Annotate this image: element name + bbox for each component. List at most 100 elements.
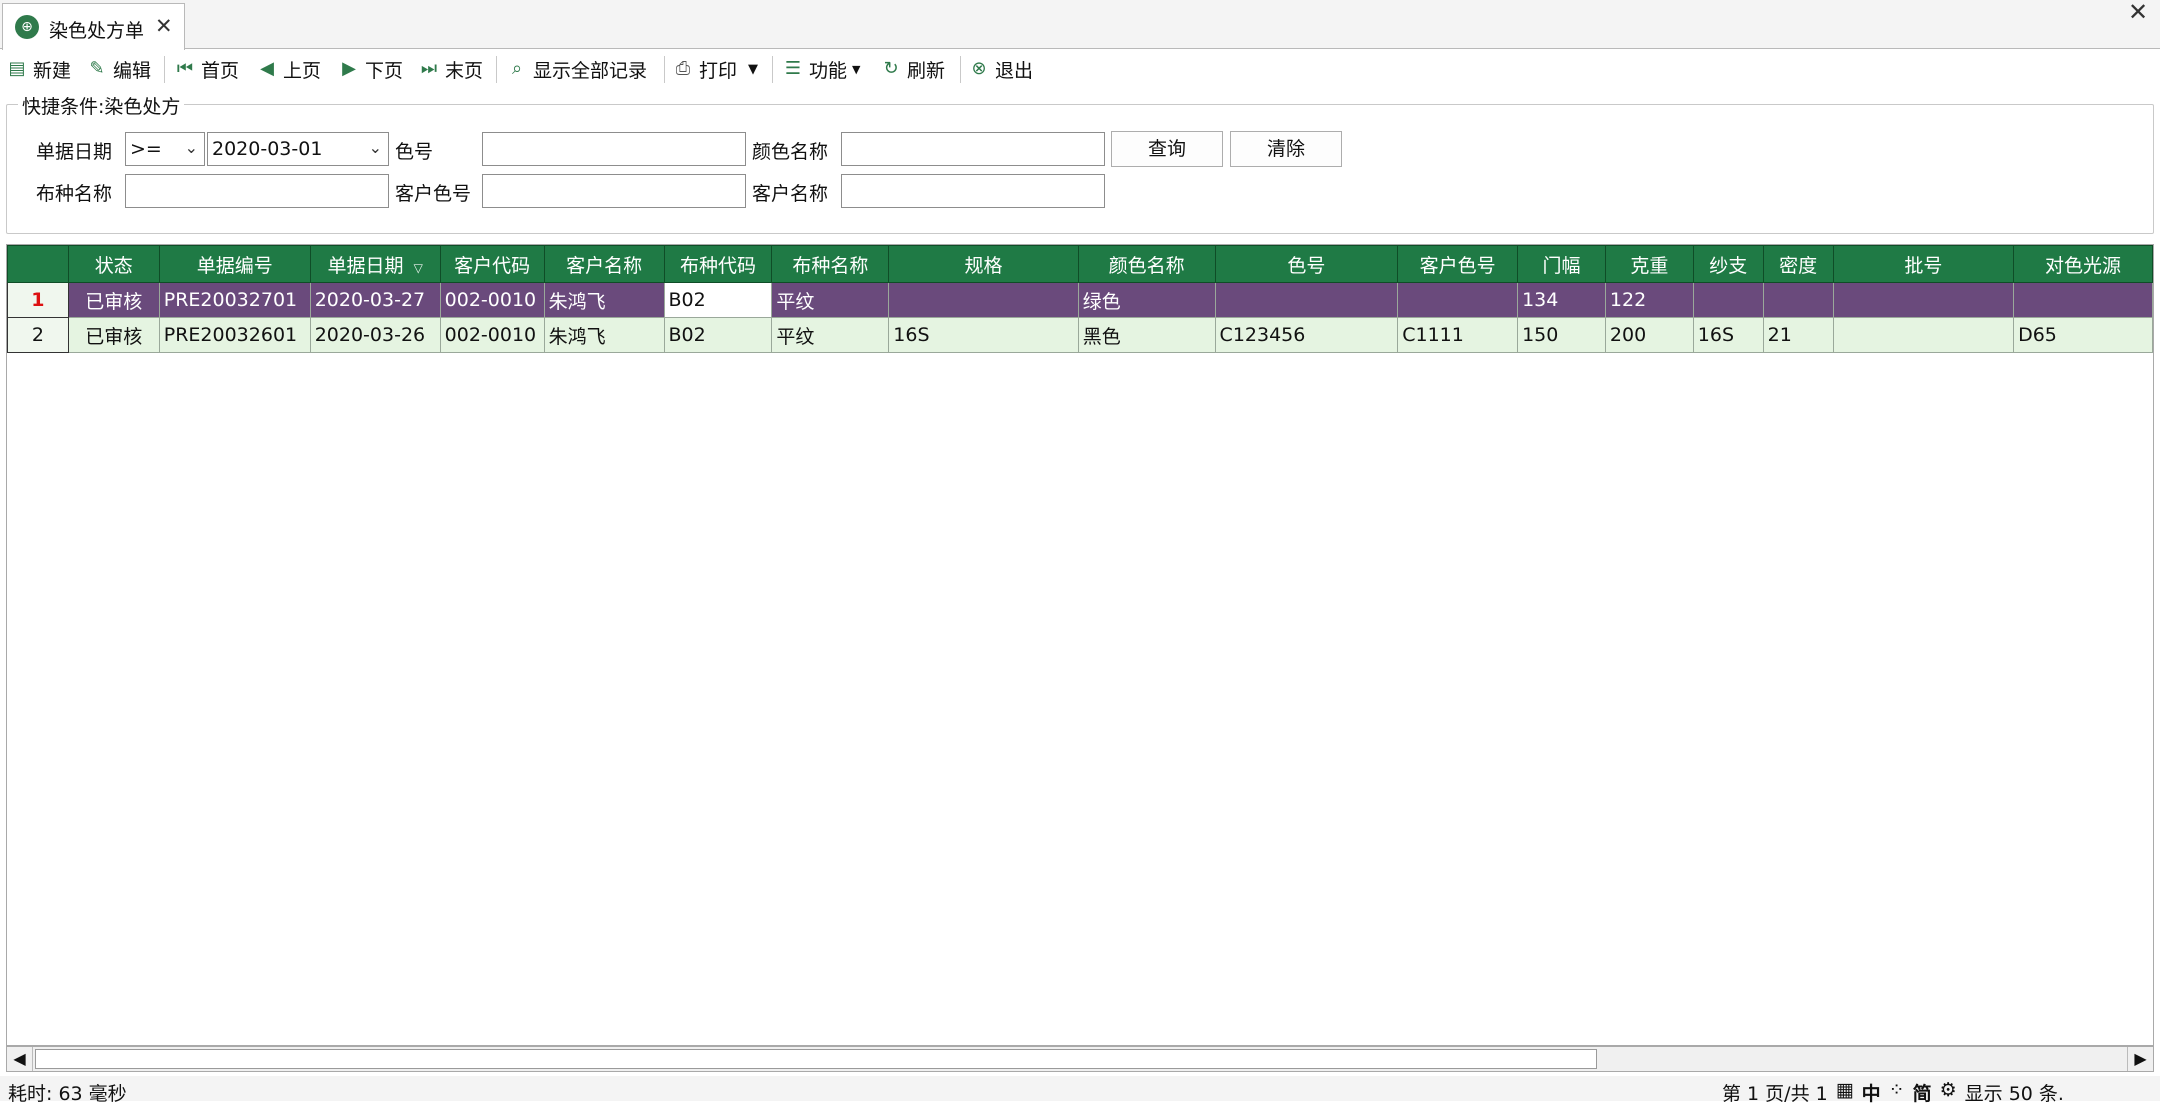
cell-status[interactable]: 已审核 (67, 282, 160, 318)
column-header-batch-no[interactable]: 批号 (1832, 245, 2015, 283)
customer-name-label: 客户名称 (752, 183, 829, 205)
cell-light-source[interactable]: D65 (2013, 317, 2153, 353)
column-header-doc-no[interactable]: 单据编号 (158, 245, 311, 283)
cell-fabric-code[interactable]: B02 (663, 282, 773, 318)
toolbar-separator (664, 56, 665, 83)
column-header-density[interactable]: 密度 (1762, 245, 1834, 283)
toolbar-separator (960, 56, 961, 83)
scrollbar-thumb[interactable] (35, 1049, 1597, 1069)
cell-fabric-name[interactable]: 平纹 (771, 282, 890, 318)
refresh-icon: ↻ (883, 58, 899, 79)
column-header-spec[interactable]: 规格 (888, 245, 1079, 283)
cell-status[interactable]: 已审核 (67, 317, 160, 353)
horizontal-scrollbar[interactable]: ◀ ▶ (6, 1046, 2154, 1072)
next-page-button[interactable]: ▶ 下页 (338, 54, 403, 84)
date-value: 2020-03-01 (212, 138, 323, 160)
scroll-left-icon[interactable]: ◀ (7, 1047, 33, 1071)
cell-spec[interactable]: 16S (888, 317, 1079, 353)
cell-customer-code[interactable]: 002-0010 (439, 282, 545, 318)
cell-width[interactable]: 150 (1517, 317, 1606, 353)
table-row[interactable]: 2 已审核 PRE20032601 2020-03-26 002-0010 朱鸿… (7, 317, 2153, 353)
column-header-customer-name[interactable]: 客户名称 (543, 245, 665, 283)
next-icon: ▶ (342, 58, 356, 79)
edit-button[interactable]: ✎ 编辑 (86, 54, 151, 84)
query-button[interactable]: 查询 (1111, 131, 1223, 167)
cell-spec[interactable] (888, 282, 1079, 318)
row-number[interactable]: 1 (7, 282, 69, 318)
prev-page-button[interactable]: ◀ 上页 (256, 54, 321, 84)
cell-color-name[interactable]: 绿色 (1077, 282, 1216, 318)
last-page-button[interactable]: ⏭ 末页 (418, 54, 483, 84)
chevron-down-icon: ⌄ (184, 138, 198, 157)
quick-search-group (6, 104, 2154, 234)
tab-close-icon[interactable]: ✕ (155, 14, 173, 38)
functions-menu-button[interactable]: ☰ 功能 ▼ (782, 54, 861, 84)
tab-strip (0, 0, 2160, 49)
show-all-button[interactable]: ⌕ 显示全部记录 (506, 54, 647, 84)
print-label: 打印 (699, 59, 738, 82)
fabric-name-input[interactable] (125, 174, 389, 208)
first-label: 首页 (201, 59, 240, 82)
cell-batch-no[interactable] (1832, 317, 2015, 353)
toolbar-separator (772, 56, 773, 83)
cell-light-source[interactable] (2013, 282, 2153, 318)
column-header-doc-date[interactable]: 单据日期 ▽ (309, 245, 441, 283)
cell-batch-no[interactable] (1832, 282, 2015, 318)
column-header-color-name[interactable]: 颜色名称 (1077, 245, 1216, 283)
ime-simplified[interactable]: 简 (1913, 1079, 1932, 1106)
column-header-yarn[interactable]: 纱支 (1692, 245, 1764, 283)
cell-color-no[interactable]: C123456 (1214, 317, 1399, 353)
cell-weight[interactable]: 122 (1604, 282, 1694, 318)
cell-yarn[interactable] (1692, 282, 1764, 318)
cell-width[interactable]: 134 (1517, 282, 1606, 318)
cell-doc-date[interactable]: 2020-03-27 (309, 282, 441, 318)
new-button[interactable]: ▤ 新建 (6, 54, 71, 84)
column-header-status[interactable]: 状态 (67, 245, 160, 283)
cell-color-no[interactable] (1214, 282, 1399, 318)
tab-dye-recipe[interactable]: ⊕ 染色处方单 ✕ (2, 3, 185, 50)
row-number[interactable]: 2 (7, 317, 69, 353)
cell-doc-date[interactable]: 2020-03-26 (309, 317, 441, 353)
column-header-color-no[interactable]: 色号 (1214, 245, 1399, 283)
cell-weight[interactable]: 200 (1604, 317, 1694, 353)
scroll-right-icon[interactable]: ▶ (2127, 1047, 2153, 1071)
column-header-light-source[interactable]: 对色光源 (2013, 245, 2153, 283)
ime-settings-icon[interactable]: ⚙ (1940, 1079, 1957, 1106)
cell-density[interactable]: 21 (1762, 317, 1834, 353)
print-button[interactable]: ⎙ 打印 ▼ (672, 54, 758, 84)
table-row[interactable]: 1 已审核 PRE20032701 2020-03-27 002-0010 朱鸿… (7, 282, 2153, 318)
first-page-button[interactable]: ⏮ 首页 (174, 54, 239, 84)
cell-fabric-name[interactable]: 平纹 (771, 317, 890, 353)
cell-doc-no[interactable]: PRE20032601 (158, 317, 311, 353)
column-header-weight[interactable]: 克重 (1604, 245, 1694, 283)
cell-yarn[interactable]: 16S (1692, 317, 1764, 353)
cell-fabric-code[interactable]: B02 (663, 317, 773, 353)
column-header-label: 单据日期 (327, 254, 404, 277)
color-no-input[interactable] (482, 132, 746, 166)
exit-button[interactable]: ⊗ 退出 (968, 54, 1033, 84)
cell-customer-name[interactable]: 朱鸿飞 (543, 317, 665, 353)
show-count: 显示 50 条. (1964, 1083, 2064, 1105)
cell-customer-code[interactable]: 002-0010 (439, 317, 545, 353)
ime-chinese[interactable]: 中 (1862, 1079, 1881, 1106)
column-header-customer-color-no[interactable]: 客户色号 (1397, 245, 1519, 283)
cell-color-name[interactable]: 黑色 (1077, 317, 1216, 353)
column-header-fabric-name[interactable]: 布种名称 (771, 245, 890, 283)
customer-color-no-input[interactable] (482, 174, 746, 208)
date-operator-select[interactable]: >= ⌄ (125, 132, 205, 166)
column-header-customer-code[interactable]: 客户代码 (439, 245, 545, 283)
column-header-width[interactable]: 门幅 (1517, 245, 1606, 283)
column-header-fabric-code[interactable]: 布种代码 (663, 245, 773, 283)
window-close-icon[interactable]: ✕ (2128, 0, 2148, 26)
customer-name-input[interactable] (841, 174, 1105, 208)
refresh-button[interactable]: ↻ 刷新 (880, 54, 945, 84)
data-grid[interactable]: 状态 单据编号 单据日期 ▽ 客户代码 客户名称 布种代码 布种名称 规格 颜色名… (6, 244, 2154, 1046)
date-picker[interactable]: 2020-03-01 ⌄ (207, 132, 389, 166)
cell-doc-no[interactable]: PRE20032701 (158, 282, 311, 318)
clear-button[interactable]: 清除 (1230, 131, 1342, 167)
cell-customer-name[interactable]: 朱鸿飞 (543, 282, 665, 318)
cell-customer-color-no[interactable] (1397, 282, 1519, 318)
color-name-input[interactable] (841, 132, 1105, 166)
cell-density[interactable] (1762, 282, 1834, 318)
cell-customer-color-no[interactable]: C1111 (1397, 317, 1519, 353)
